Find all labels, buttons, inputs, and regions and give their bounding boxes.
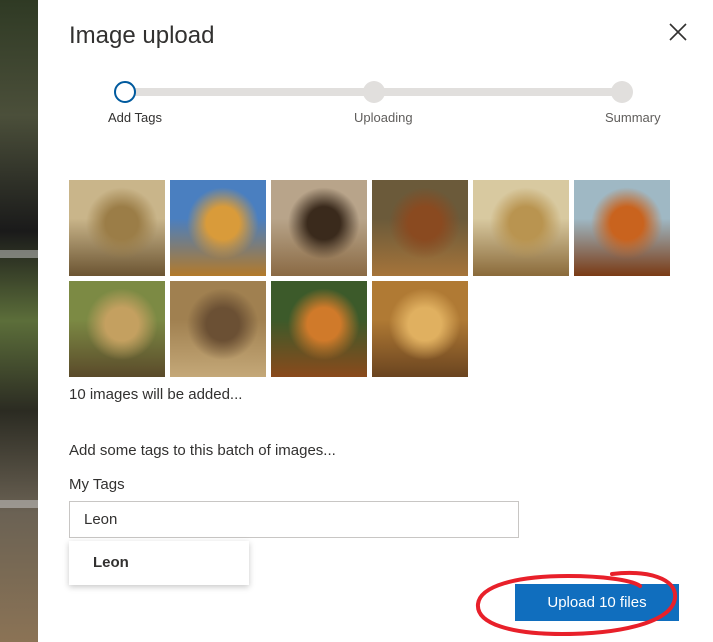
lion-thumb-3: [271, 180, 367, 276]
step-summary-indicator: [611, 81, 633, 103]
close-icon[interactable]: [666, 20, 690, 44]
upload-files-button[interactable]: Upload 10 files: [515, 584, 679, 621]
tags-input[interactable]: [69, 501, 519, 538]
step-uploading-indicator: [363, 81, 385, 103]
lion-thumb-9: [271, 281, 367, 377]
tag-suggestion-item: Leon: [93, 554, 129, 571]
lion-thumb-1: [69, 180, 165, 276]
image-upload-dialog: Image upload Add Tags Uploading Summary …: [38, 0, 713, 642]
progress-stepper: Add Tags Uploading Summary: [108, 80, 661, 140]
tags-field-label: My Tags: [69, 476, 125, 493]
tag-suggestion-dropdown[interactable]: Leon: [69, 541, 249, 585]
lion-thumb-8: [170, 281, 266, 377]
tags-heading: Add some tags to this batch of images...: [69, 442, 336, 459]
dialog-title: Image upload: [69, 22, 215, 49]
step-add-tags-label: Add Tags: [108, 110, 162, 125]
image-count-text: 10 images will be added...: [69, 386, 243, 403]
step-uploading-label: Uploading: [354, 110, 413, 125]
step-add-tags-indicator: [114, 81, 136, 103]
lion-thumb-4: [372, 180, 468, 276]
lion-thumb-6: [574, 180, 670, 276]
background-photo: [0, 0, 40, 642]
background-divider: [0, 500, 40, 508]
lion-thumb-5: [473, 180, 569, 276]
background-divider: [0, 250, 40, 258]
lion-thumb-2: [170, 180, 266, 276]
lion-thumb-7: [69, 281, 165, 377]
step-summary-label: Summary: [605, 110, 661, 125]
lion-thumb-10: [372, 281, 468, 377]
